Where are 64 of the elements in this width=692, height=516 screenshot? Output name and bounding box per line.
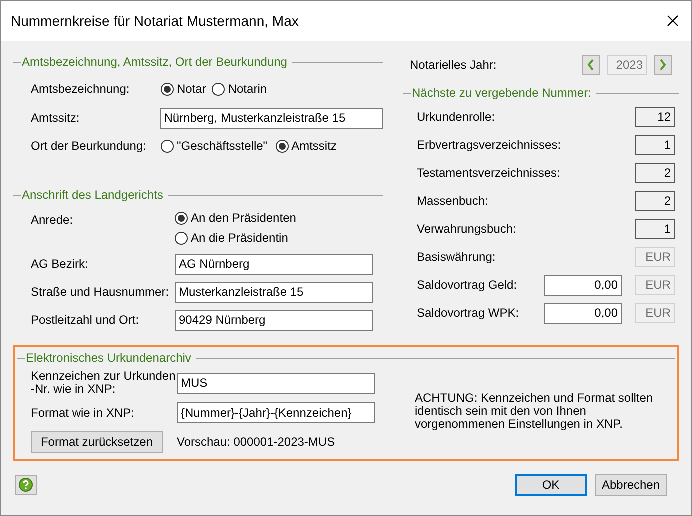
input-field[interactable]: {Nummer}-{Jahr}-{Kennzeichen} (177, 402, 375, 423)
counter-field: 2 (635, 191, 675, 211)
chevron-right-icon (659, 59, 667, 71)
help-icon (19, 478, 33, 492)
input-field[interactable]: AG Nürnberg (175, 254, 373, 274)
year-field: 2023 (607, 55, 647, 75)
section-title: Anschrift des Landgerichts (21, 187, 164, 204)
counter-field: 1 (635, 135, 675, 155)
notice-text: ACHTUNG: Kennzeichen und Format sollten identisch sein mit den von Ihnen vorgenommenen Einstellungen in XNP. (415, 392, 654, 433)
field-label: Anrede: (31, 212, 74, 229)
counter-field: 12 (635, 107, 675, 127)
help-button[interactable] (15, 475, 37, 495)
preview-text: Vorschau: 000001-2023-MUS (177, 434, 336, 451)
close-icon[interactable] (667, 15, 679, 27)
field-label: Saldovortrag WPK: (417, 305, 520, 322)
radio-button[interactable] (175, 212, 188, 224)
field-label: Ort der Beurkundung: (31, 138, 148, 155)
field-label: Kennzeichen zur Urkunden -Nr. wie in XNP: (31, 370, 177, 396)
currency-field: EUR (635, 247, 675, 267)
radio-button[interactable] (276, 140, 289, 152)
field-label: Notarielles Jahr: (410, 57, 498, 74)
input-field[interactable]: 0,00 (544, 274, 622, 296)
next-year-button[interactable] (654, 55, 672, 75)
radio-option[interactable]: An den Präsidenten (175, 209, 296, 227)
input-field[interactable]: MUS (177, 372, 375, 394)
dialog-button[interactable]: Abbrechen (595, 474, 667, 496)
field-label: AG Bezirk: (31, 256, 90, 273)
field-label: Amtsbezeichnung: (31, 81, 131, 98)
field-label: Testamentsverzeichnisses: (417, 165, 562, 182)
radio-option[interactable]: An die Präsidentin (175, 229, 296, 247)
currency-field: EUR (635, 275, 675, 295)
radio-option[interactable]: Amtssitz (276, 137, 337, 155)
counter-field: 2 (635, 163, 675, 183)
input-field[interactable]: 90429 Nürnberg (175, 310, 373, 330)
field-label: Straße und Hausnummer: (31, 284, 170, 301)
field-label: Basiswährung: (417, 249, 497, 266)
previous-year-button[interactable] (582, 55, 600, 75)
counter-field: 1 (635, 219, 675, 239)
chevron-left-icon (587, 59, 595, 71)
input-field[interactable]: Nürnberg, Musterkanzleistraße 15 (160, 108, 383, 128)
field-label: Verwahrungsbuch: (417, 221, 518, 238)
section-title: Elektronisches Urkundenarchiv (25, 350, 192, 367)
field-label: Urkundenrolle: (417, 109, 496, 126)
section-title: Amtsbezeichnung, Amtssitz, Ort der Beurkundung (21, 54, 288, 71)
window-title: Nummernkreise für Notariat Mustermann, Max (11, 12, 299, 30)
input-field[interactable]: 0,00 (544, 302, 622, 324)
input-field[interactable]: Musterkanzleistraße 15 (175, 282, 373, 302)
radio-option[interactable]: Notar (161, 80, 206, 98)
radio-option[interactable]: "Geschäftsstelle" (161, 137, 268, 155)
field-label: Amtssitz: (31, 110, 81, 127)
radio-option[interactable]: Notarin (212, 80, 268, 98)
field-label: Massenbuch: (417, 193, 490, 210)
section-title: Nächste zu vergebende Nummer: (411, 85, 592, 102)
currency-field: EUR (635, 303, 675, 323)
radio-button[interactable] (161, 82, 174, 96)
radio-button[interactable] (212, 82, 226, 96)
field-label: Saldovortrag Geld: (417, 277, 518, 294)
field-label: Erbvertragsverzeichnisses: (417, 137, 562, 154)
reset-format-button[interactable]: Format zurücksetzen (31, 431, 163, 453)
radio-button[interactable] (161, 140, 174, 152)
radio-button[interactable] (175, 232, 188, 244)
field-label: Postleitzahl und Ort: (31, 312, 140, 329)
field-label: Format wie in XNP: (31, 404, 136, 422)
dialog-button[interactable]: OK (515, 474, 587, 496)
